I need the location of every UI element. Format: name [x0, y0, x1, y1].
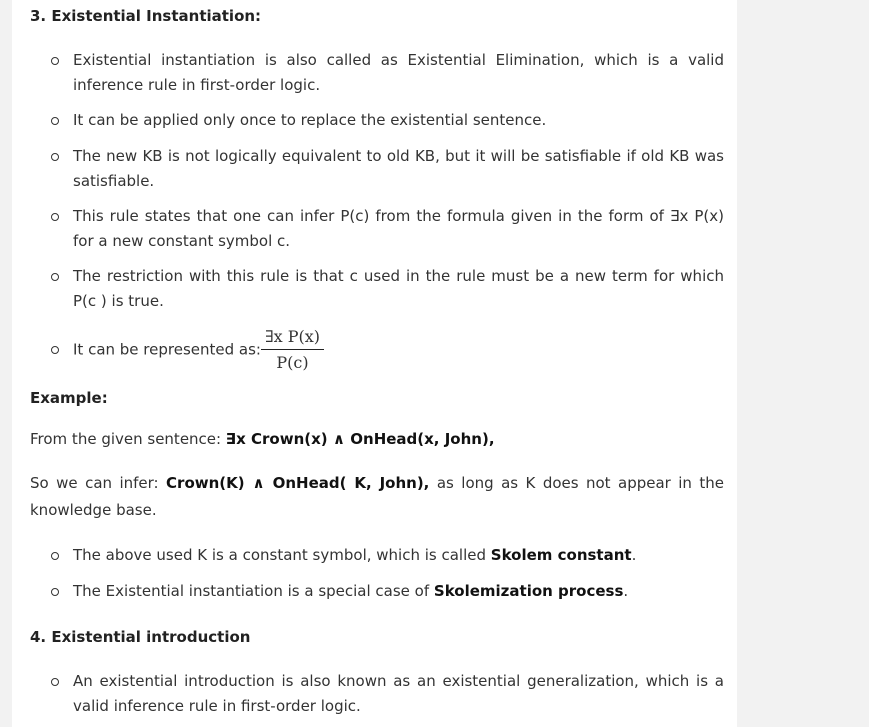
list-item: It can be represented as: ∃x P(x) P(c): [30, 326, 724, 374]
list-item: The restriction with this rule is that c…: [30, 264, 724, 324]
bullet-circle-icon: [51, 346, 59, 354]
example-sentence: From the given sentence: ∃x Crown(x) ∧ O…: [30, 426, 724, 453]
fraction-numerator: ∃x P(x): [260, 326, 325, 350]
example-formula: ∃x Crown(x) ∧ OnHead(x, John),: [225, 430, 495, 448]
list-item-text: The Existential instantiation is a speci…: [73, 582, 434, 600]
list-item-text: The restriction with this rule is that c…: [73, 267, 724, 310]
list-item-text: It can be applied only once to replace t…: [73, 111, 547, 129]
list-item-text: The above used K is a constant symbol, w…: [73, 546, 491, 564]
representation-row: It can be represented as: ∃x P(x) P(c): [30, 326, 724, 374]
list-item-text: Existential instantiation is also called…: [73, 51, 724, 94]
skolemization-term: Skolemization process: [433, 582, 624, 600]
section-heading: 3. Existential Instantiation:: [30, 7, 262, 25]
bullet-circle-icon: [51, 552, 59, 560]
bullet-circle-icon: [51, 273, 59, 281]
example-inferred-formula: Crown(K) ∧ OnHead( K, John),: [166, 474, 430, 492]
bullet-circle-icon: [51, 57, 59, 65]
section3-bullet-list: Existential instantiation is also called…: [30, 48, 724, 324]
list-item: Existential instantiation is also called…: [30, 48, 724, 108]
example-bullet-list: The above used K is a constant symbol, w…: [30, 543, 724, 615]
bullet-circle-icon: [51, 588, 59, 596]
bullet-circle-icon: [51, 678, 59, 686]
list-item: This rule states that one can infer P(c)…: [30, 204, 724, 264]
list-item-text: This rule states that one can infer P(c)…: [73, 207, 724, 250]
list-item-text: It can be represented as:: [73, 340, 261, 359]
bullet-circle-icon: [51, 213, 59, 221]
article-page: 3. Existential Instantiation: Existentia…: [12, 0, 737, 727]
list-item: An existential introduction is also know…: [30, 669, 724, 719]
example-inference: So we can infer: Crown(K) ∧ OnHead( K, J…: [30, 470, 724, 524]
example-inference-text: So we can infer:: [30, 474, 167, 492]
list-item: It can be applied only once to replace t…: [30, 108, 724, 144]
section-heading: 4. Existential introduction: [30, 628, 251, 646]
representation-list: It can be represented as: ∃x P(x) P(c): [30, 326, 724, 374]
list-item: The Existential instantiation is a speci…: [30, 579, 724, 615]
list-item-text: An existential introduction is also know…: [73, 672, 724, 715]
example-heading: Example:: [30, 389, 108, 407]
example-sentence-text: From the given sentence:: [30, 430, 226, 448]
list-item-suffix: .: [631, 546, 637, 564]
fraction-formula: ∃x P(x) P(c): [260, 326, 325, 374]
list-item-suffix: .: [623, 582, 629, 600]
fraction-denominator: P(c): [276, 353, 309, 372]
section4-bullet-list: An existential introduction is also know…: [30, 669, 724, 719]
bullet-circle-icon: [51, 117, 59, 125]
list-item: The above used K is a constant symbol, w…: [30, 543, 724, 579]
list-item: The new KB is not logically equivalent t…: [30, 144, 724, 204]
bullet-circle-icon: [51, 153, 59, 161]
list-item-text: The new KB is not logically equivalent t…: [73, 147, 724, 190]
skolem-constant-term: Skolem constant: [490, 546, 632, 564]
